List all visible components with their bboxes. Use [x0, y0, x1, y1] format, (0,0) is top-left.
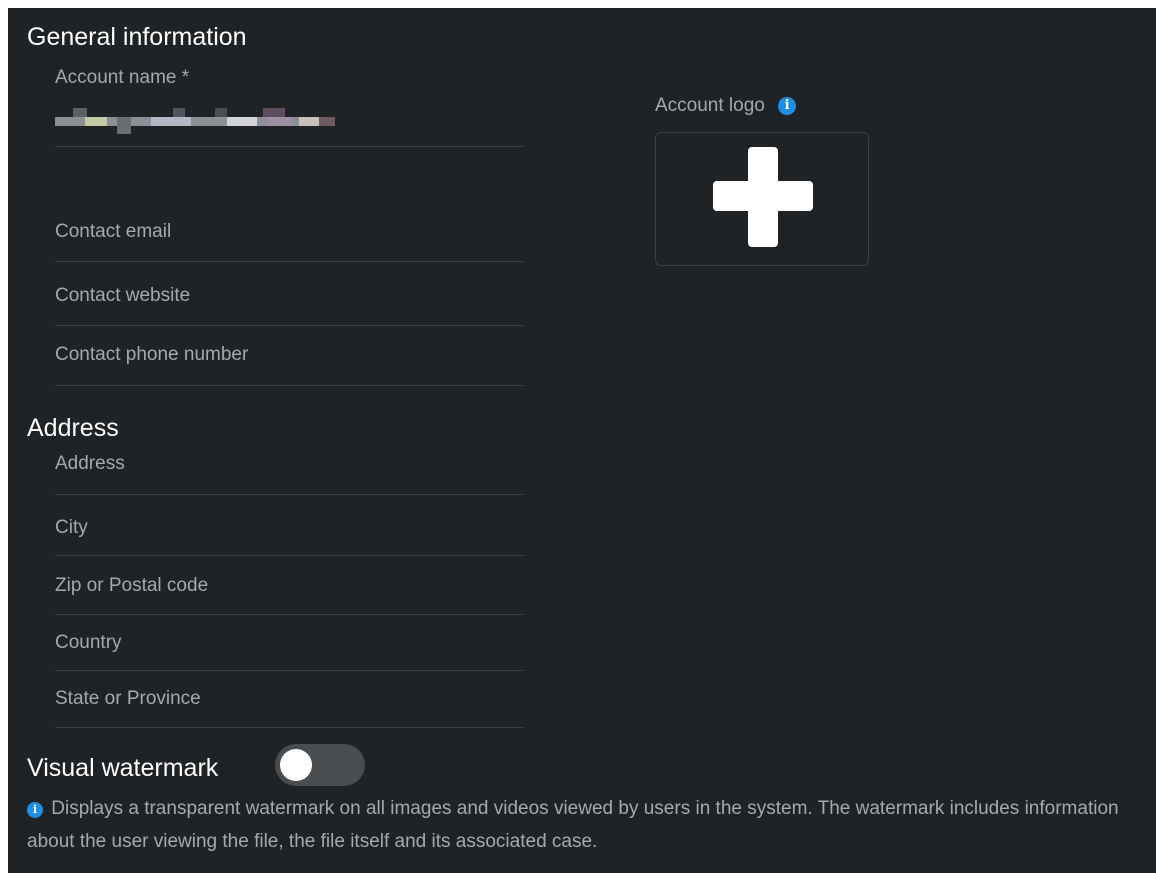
country-label: Country: [55, 632, 122, 653]
state-province-label: State or Province: [55, 688, 201, 709]
visual-watermark-description-text: Displays a transparent watermark on all …: [27, 798, 1119, 852]
toggle-knob: [280, 749, 312, 781]
state-province-field[interactable]: State or Province: [55, 671, 524, 728]
contact-website-label: Contact website: [55, 285, 191, 306]
city-field[interactable]: City: [55, 495, 524, 556]
contact-phone-label: Contact phone number: [55, 344, 249, 365]
zip-postal-code-label: Zip or Postal code: [55, 575, 209, 596]
city-label: City: [55, 517, 88, 538]
account-settings-page: General information Account name * Conta…: [8, 8, 1156, 873]
general-information-heading: General information: [27, 23, 247, 51]
visual-watermark-toggle[interactable]: [275, 744, 365, 786]
visual-watermark-description: i Displays a transparent watermark on al…: [27, 792, 1152, 858]
info-icon: i: [27, 802, 43, 818]
plus-icon-bar: [713, 181, 813, 211]
contact-email-field[interactable]: Contact email: [55, 212, 524, 262]
account-logo-upload-button[interactable]: [655, 132, 869, 266]
address-label: Address: [55, 453, 125, 474]
contact-phone-field[interactable]: Contact phone number: [55, 326, 524, 386]
account-logo-label-text: Account logo: [655, 95, 765, 116]
account-name-label: Account name *: [55, 67, 190, 88]
country-field[interactable]: Country: [55, 615, 524, 671]
contact-website-field[interactable]: Contact website: [55, 262, 524, 326]
zip-postal-code-field[interactable]: Zip or Postal code: [55, 556, 524, 615]
contact-email-label: Contact email: [55, 221, 172, 242]
account-name-field[interactable]: Account name *: [55, 60, 524, 147]
account-name-redacted-value: [55, 108, 335, 134]
visual-watermark-heading: Visual watermark: [27, 754, 219, 782]
info-icon[interactable]: i: [778, 96, 797, 115]
address-field[interactable]: Address: [55, 444, 524, 495]
address-heading: Address: [27, 414, 119, 442]
account-logo-label: Account logo i: [655, 94, 797, 118]
